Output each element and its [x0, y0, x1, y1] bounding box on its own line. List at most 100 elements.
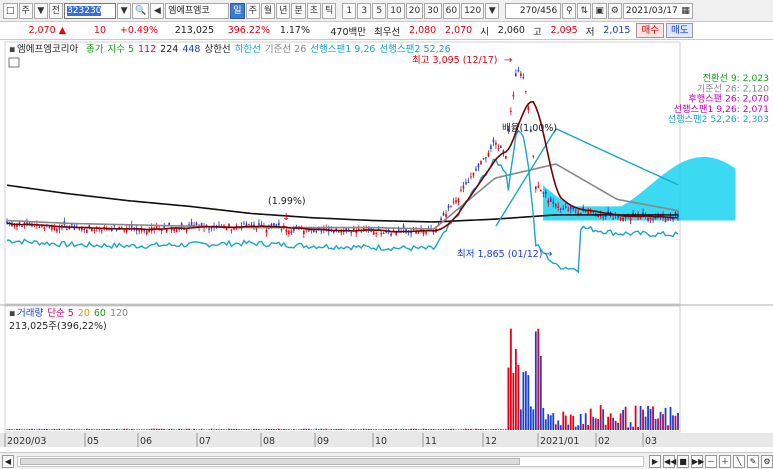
candle-body — [667, 218, 669, 221]
draw-line-icon[interactable]: ╲ — [733, 454, 745, 468]
volume-bar — [425, 429, 427, 430]
period-tab-5[interactable]: 초 — [306, 2, 321, 19]
buy-button[interactable]: 매수 — [636, 23, 664, 38]
trade-amount: 470백만 — [330, 26, 366, 38]
compare-icon[interactable]: ⇅ — [577, 2, 592, 19]
sell-button[interactable]: 매도 — [665, 23, 694, 38]
scroll-left-icon[interactable]: ◀ — [2, 454, 14, 468]
draw-tool-icon[interactable]: ✎ — [747, 454, 759, 468]
scroll-track[interactable] — [17, 455, 644, 467]
volume-bar — [250, 429, 253, 430]
period-tab-4[interactable]: 분 — [291, 2, 306, 19]
volume-bar — [178, 428, 181, 430]
stock-name-field[interactable]: 엠에프엠코 — [165, 2, 230, 19]
chart-scrollbar[interactable]: ◀ ▶ ◀◀ ■ ▶▶ － ＋ ╲ ✎ ⚙ — [0, 452, 773, 469]
legend-item[interactable]: 거래량 — [17, 307, 43, 319]
save-icon[interactable]: ▣ — [592, 2, 607, 19]
gear-icon[interactable]: ⚙ — [607, 2, 622, 19]
volume-legend: 거래량 단순 5 20 60 120 — [17, 307, 128, 319]
rewind-icon[interactable]: ◀◀ — [663, 454, 676, 468]
menu-button[interactable]: 주 — [18, 2, 33, 19]
candle-body — [532, 155, 535, 157]
volume-bar — [175, 429, 178, 430]
interval-button[interactable]: 20 — [405, 2, 424, 19]
interval-button[interactable]: 1 — [342, 2, 357, 19]
low-note: 최저 1,865 (01/12) — [457, 249, 543, 260]
legend-item[interactable]: 상한선 — [204, 44, 230, 55]
legend-item[interactable]: 112 — [138, 44, 156, 55]
all-button[interactable]: 전 — [48, 2, 64, 19]
interval-button[interactable]: 120 — [461, 2, 485, 19]
period-tab-6[interactable]: 틱 — [321, 2, 337, 19]
volume-bar — [410, 428, 412, 430]
code-dropdown-icon[interactable]: ▼ — [117, 2, 132, 19]
candle-body — [505, 155, 507, 159]
x-tick-label: 09 — [317, 436, 329, 447]
stop-icon[interactable]: ■ — [677, 454, 689, 468]
legend-item[interactable]: 60 — [94, 308, 106, 319]
data-count-field[interactable]: 270/456 — [505, 2, 562, 19]
legend-item[interactable]: 종가 — [86, 44, 104, 55]
x-tick-label: 12 — [485, 436, 497, 447]
legend-item[interactable]: 120 — [110, 308, 128, 319]
interval-button[interactable]: 60 — [442, 2, 461, 19]
candle-body — [315, 231, 318, 233]
legend-item[interactable]: 20 — [78, 308, 90, 319]
price-chart[interactable]: ▪ 엠에프엠코리아 종가 지수 5 112 224 448 상한선 하한선 기준선 26 선행스… — [0, 40, 773, 452]
candle-body — [482, 158, 485, 160]
settings-icon[interactable]: ⚙ — [761, 454, 773, 468]
candle-body — [337, 231, 340, 233]
period-tab-2[interactable]: 월 — [260, 2, 276, 19]
volume-bar — [125, 428, 128, 430]
candle-body — [91, 228, 93, 232]
volume-bar — [320, 428, 323, 430]
interval-dropdown-icon[interactable]: ▼ — [485, 2, 500, 19]
legend-item[interactable]: 선행스팬2 52,26 — [379, 43, 450, 55]
period-tab-0[interactable]: 일 — [230, 2, 245, 19]
volume-bar — [265, 428, 268, 430]
stock-code-input[interactable]: 323230 — [64, 2, 117, 19]
volume-bar — [554, 424, 557, 430]
volume-bar — [307, 428, 310, 430]
legend-item[interactable]: 224 — [160, 44, 178, 55]
low-price: 2,015 — [603, 25, 631, 36]
legend-item[interactable]: 선행스팬1 9,26 — [310, 43, 375, 55]
volume-bar — [180, 428, 183, 430]
volume-bar — [277, 428, 280, 430]
lock-icon[interactable]: ⚲ — [562, 2, 577, 19]
volume-bar — [183, 429, 186, 430]
volume-bar — [452, 428, 455, 430]
interval-button[interactable]: 10 — [387, 2, 405, 19]
candle-body — [510, 110, 512, 112]
volume-bar — [150, 428, 153, 430]
menu-dropdown-icon[interactable]: ▼ — [33, 2, 48, 19]
date-field[interactable]: 2021/03/17 ▦ — [622, 2, 693, 19]
legend-item[interactable]: 지수 5 — [107, 44, 134, 55]
legend-item[interactable]: 448 — [182, 44, 200, 55]
volume-bar — [258, 429, 260, 430]
play-icon[interactable]: ▶ — [649, 454, 661, 468]
period-tab-1[interactable]: 주 — [245, 2, 260, 19]
volume-bar — [83, 429, 86, 430]
zoom-out-icon[interactable]: － — [705, 454, 717, 468]
calendar-icon[interactable]: ▦ — [681, 4, 690, 18]
search-icon[interactable]: 🔍 — [132, 2, 150, 19]
volume-bar — [80, 429, 83, 430]
scroll-thumb[interactable] — [20, 457, 520, 465]
interval-button[interactable]: 5 — [372, 2, 387, 19]
volume-bar — [467, 428, 470, 430]
back-icon[interactable]: ◀ — [150, 2, 165, 19]
interval-button[interactable]: 30 — [424, 2, 442, 19]
candle-body — [280, 229, 283, 231]
volume-bar — [509, 328, 512, 430]
window-icon[interactable]: □ — [3, 2, 18, 19]
zoom-in-icon[interactable]: ＋ — [719, 454, 731, 468]
period-tab-3[interactable]: 년 — [276, 2, 291, 19]
chart-area[interactable]: ▪ 엠에프엠코리아 종가 지수 5 112 224 448 상한선 하한선 기준선 26 선행스… — [0, 40, 773, 452]
legend-item[interactable]: 기준선 26 — [265, 44, 306, 55]
legend-item[interactable]: 하한선 — [235, 43, 261, 55]
legend-item[interactable]: 단순 5 — [47, 308, 74, 319]
interval-button[interactable]: 3 — [357, 2, 372, 19]
grid-toggle-icon[interactable] — [8, 57, 20, 68]
fast-forward-icon[interactable]: ▶▶ — [691, 454, 704, 468]
